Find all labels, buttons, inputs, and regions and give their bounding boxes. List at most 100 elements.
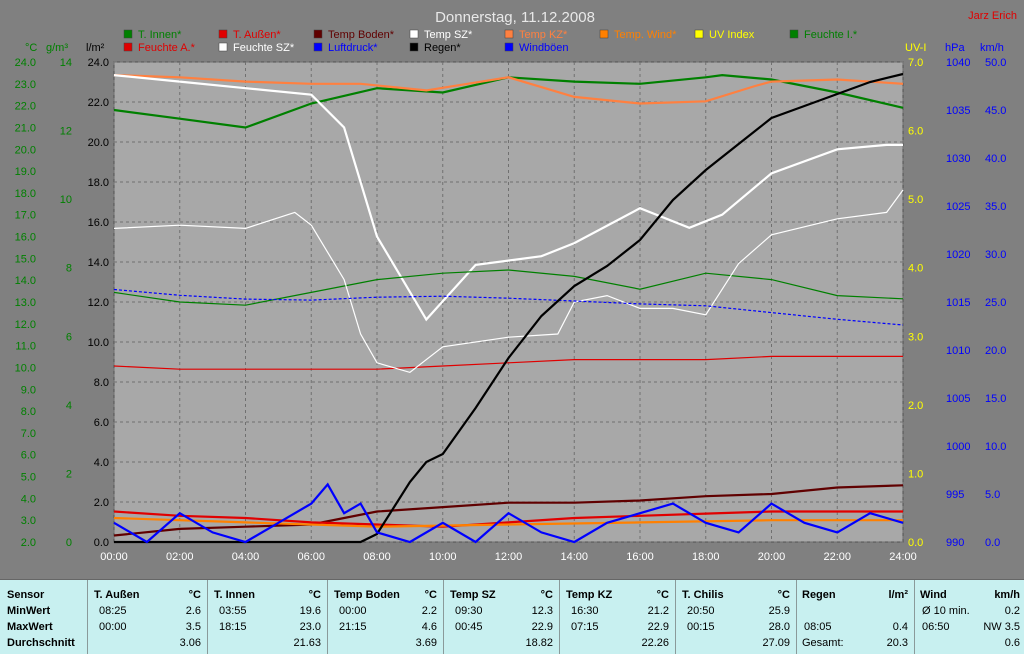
- x-tick-label: 10:00: [429, 551, 457, 563]
- x-tick-label: 06:00: [297, 551, 325, 563]
- humidity-tick-label: 6: [66, 331, 72, 343]
- min-time: 08:25: [99, 605, 127, 617]
- pressure-tick-label: 1025: [946, 201, 970, 213]
- wind-min-val: 0.2: [1004, 605, 1020, 617]
- sensor-unit: °C: [188, 589, 201, 601]
- sensor-name: Temp Boden: [334, 589, 400, 601]
- pressure-tick-label: 1020: [946, 249, 970, 261]
- temp-tick-label: 16.0: [15, 232, 36, 244]
- sensor-unit: °C: [656, 589, 669, 601]
- temp-tick-label: 13.0: [15, 297, 36, 309]
- min-value: 2.2: [421, 605, 437, 617]
- x-tick-label: 00:00: [100, 551, 128, 563]
- wind-tick-label: 45.0: [985, 105, 1006, 117]
- wind-max-val: NW 3.5: [983, 621, 1020, 633]
- legend: T. Innen* T. Außen* Temp Boden* Temp SZ* Tem…: [123, 29, 858, 54]
- temp-tick-label: 14.0: [15, 275, 36, 287]
- rain-tick-label: 10.0: [88, 337, 109, 349]
- temp-tick-label: 4.0: [21, 493, 36, 505]
- x-tick-label: 14:00: [560, 551, 588, 563]
- temp-tick-label: 2.0: [21, 537, 36, 549]
- rain-tick-label: 18.0: [88, 177, 109, 189]
- rain-tick-label: 2.0: [94, 497, 109, 509]
- temp-tick-label: 17.0: [15, 210, 36, 222]
- legend-swatch: [409, 29, 419, 39]
- sensor-name: Temp KZ: [566, 589, 613, 601]
- temp-axis-unit: °C: [25, 42, 37, 54]
- legend-swatch: [313, 29, 323, 39]
- min-time: 16:30: [571, 605, 599, 617]
- pressure-tick-label: 990: [946, 537, 964, 549]
- sensor-name: T. Außen: [94, 589, 140, 601]
- max-time: 00:45: [455, 621, 483, 633]
- pressure-tick-label: 1040: [946, 57, 970, 69]
- avg-value: 27.09: [762, 637, 790, 649]
- min-value: 12.3: [531, 605, 553, 617]
- temp-tick-label: 24.0: [15, 57, 36, 69]
- min-time: 09:30: [455, 605, 483, 617]
- rain-tick-label: 22.0: [88, 97, 109, 109]
- wind-tick-label: 15.0: [985, 393, 1006, 405]
- legend-label: Feuchte A.*: [138, 42, 196, 54]
- uv-tick-label: 2.0: [908, 400, 923, 412]
- sensor-column: T. Chilis °C 20:50 25.9 00:15 28.0 27.09: [675, 580, 797, 654]
- legend-label: Regen*: [424, 42, 461, 54]
- pressure-tick-label: 1005: [946, 393, 970, 405]
- temp-tick-label: 6.0: [21, 450, 36, 462]
- x-tick-label: 18:00: [692, 551, 720, 563]
- x-tick-label: 16:00: [626, 551, 654, 563]
- temp-tick-label: 18.0: [15, 188, 36, 200]
- chart-title: Donnerstag, 11.12.2008: [435, 9, 595, 26]
- min-value: 19.6: [299, 605, 321, 617]
- wind-axis-unit: km/h: [980, 42, 1004, 54]
- humidity-tick-label: 8: [66, 263, 72, 275]
- wind-tick-label: 20.0: [985, 345, 1006, 357]
- temp-tick-label: 9.0: [21, 384, 36, 396]
- wind-unit: km/h: [994, 589, 1020, 601]
- sensor-name: T. Chilis: [682, 589, 724, 601]
- row-labels-column: Sensor MinWert MaxWert Durchschnitt: [0, 580, 88, 654]
- legend-label: Feuchte SZ*: [233, 42, 295, 54]
- sensor-column: Temp Boden °C 00:00 2.2 21:15 4.6 3.69: [327, 580, 444, 654]
- pressure-tick-label: 1030: [946, 153, 970, 165]
- pressure-tick-label: 1010: [946, 345, 970, 357]
- humidity-axis-unit: g/m³: [46, 42, 68, 54]
- sensor-name: Temp SZ: [450, 589, 496, 601]
- uv-tick-label: 1.0: [908, 468, 923, 480]
- x-tick-label: 20:00: [758, 551, 786, 563]
- avg-value: 18.82: [525, 637, 553, 649]
- wind-tick-label: 10.0: [985, 441, 1006, 453]
- uv-tick-label: 6.0: [908, 126, 923, 138]
- sensor-column: T. Außen °C 08:25 2.6 00:00 3.5 3.06: [87, 580, 208, 654]
- temp-tick-label: 15.0: [15, 253, 36, 265]
- x-tick-label: 08:00: [363, 551, 391, 563]
- x-tick-label: 24:00: [889, 551, 917, 563]
- x-tick-label: 02:00: [166, 551, 194, 563]
- min-value: 2.6: [185, 605, 201, 617]
- max-value: 23.0: [299, 621, 321, 633]
- humidity-tick-label: 10: [60, 194, 72, 206]
- max-time: 21:15: [339, 621, 367, 633]
- uv-tick-label: 3.0: [908, 331, 923, 343]
- max-label: MaxWert: [7, 621, 53, 633]
- max-value: 22.9: [647, 621, 669, 633]
- legend-label: T. Außen*: [233, 29, 281, 41]
- uv-tick-label: 0.0: [908, 537, 923, 549]
- temp-tick-label: 19.0: [15, 166, 36, 178]
- min-time: 00:00: [339, 605, 367, 617]
- max-time: 07:15: [571, 621, 599, 633]
- rain-tick-label: 20.0: [88, 137, 109, 149]
- temp-tick-label: 8.0: [21, 406, 36, 418]
- x-tick-label: 22:00: [823, 551, 851, 563]
- temp-tick-label: 10.0: [15, 362, 36, 374]
- sensor-column: Temp SZ °C 09:30 12.3 00:45 22.9 18.82: [443, 580, 560, 654]
- temp-tick-label: 7.0: [21, 428, 36, 440]
- weather-chart: Donnerstag, 11.12.2008 Jarz Erich T. Inn…: [15, 9, 1017, 563]
- sensor-column: Temp KZ °C 16:30 21.2 07:15 22.9 22.26: [559, 580, 676, 654]
- legend-swatch: [123, 42, 133, 52]
- legend-label: Temp. Wind*: [614, 29, 677, 41]
- wind-tick-label: 5.0: [985, 489, 1000, 501]
- temp-tick-label: 11.0: [15, 341, 36, 353]
- legend-label: Luftdruck*: [328, 42, 378, 54]
- temp-tick-label: 5.0: [21, 472, 36, 484]
